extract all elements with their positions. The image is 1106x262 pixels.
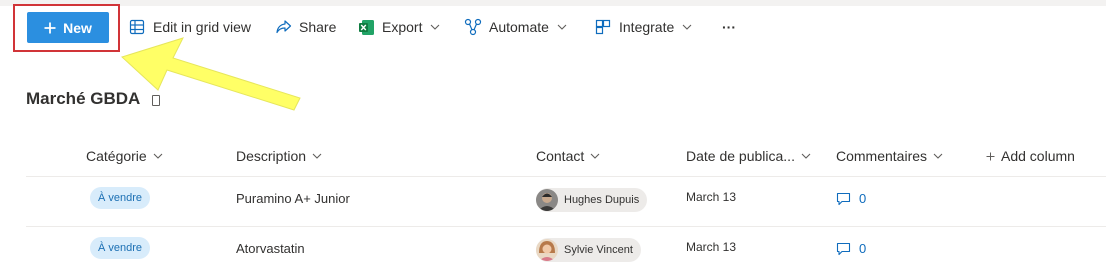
- list-info-icon[interactable]: [152, 95, 160, 106]
- comments-button[interactable]: 0: [836, 241, 866, 256]
- chevron-down-icon: [430, 24, 440, 30]
- contact-name: Hughes Dupuis: [564, 194, 640, 206]
- contact-persona[interactable]: Sylvie Vincent: [536, 238, 641, 262]
- add-column-button[interactable]: Add column: [986, 144, 1075, 168]
- automate-label: Automate: [489, 19, 549, 35]
- comment-count: 0: [859, 191, 867, 206]
- avatar: [536, 189, 558, 211]
- column-header-categorie[interactable]: Catégorie: [86, 144, 163, 168]
- column-label: Date de publica...: [686, 148, 795, 164]
- export-button[interactable]: Export: [357, 7, 440, 47]
- header-divider: [26, 176, 1106, 177]
- chevron-down-icon: [682, 24, 692, 30]
- export-label: Export: [382, 19, 423, 35]
- row-divider: [26, 226, 1106, 227]
- comment-count: 0: [859, 241, 867, 256]
- chevron-down-icon: [312, 153, 322, 159]
- chevron-down-icon: [933, 153, 943, 159]
- integrate-button[interactable]: Integrate: [594, 7, 692, 47]
- date-cell: March 13: [686, 190, 737, 204]
- chevron-down-icon: [801, 153, 811, 159]
- column-label: Catégorie: [86, 148, 147, 164]
- contact-name: Sylvie Vincent: [564, 244, 633, 256]
- avatar: [536, 239, 558, 261]
- category-pill: À vendre: [90, 237, 151, 259]
- chevron-down-icon: [153, 153, 163, 159]
- date-cell: March 13: [686, 240, 737, 254]
- column-header-contact[interactable]: Contact: [536, 144, 600, 168]
- integrate-label: Integrate: [619, 19, 675, 35]
- more-icon[interactable]: ···: [722, 7, 736, 47]
- add-column-label: Add column: [1001, 148, 1075, 164]
- automate-button[interactable]: Automate: [464, 7, 567, 47]
- excel-icon: [357, 18, 375, 36]
- comment-icon: [836, 192, 851, 206]
- integrate-icon: [594, 18, 612, 36]
- comments-button[interactable]: 0: [836, 191, 866, 206]
- column-header-commentaires[interactable]: Commentaires: [836, 144, 943, 168]
- category-pill: À vendre: [90, 187, 151, 209]
- comment-icon: [836, 242, 851, 256]
- plus-icon: [986, 152, 995, 161]
- chevron-down-icon: [557, 24, 567, 30]
- contact-persona[interactable]: Hughes Dupuis: [536, 188, 648, 212]
- description-cell[interactable]: Puramino A+ Junior: [236, 191, 350, 206]
- column-header-description[interactable]: Description: [236, 144, 322, 168]
- list-title: Marché GBDA: [26, 89, 141, 108]
- column-header-date[interactable]: Date de publica...: [686, 144, 811, 168]
- column-label: Commentaires: [836, 148, 928, 164]
- description-cell[interactable]: Atorvastatin: [236, 241, 305, 256]
- column-label: Contact: [536, 148, 585, 164]
- chevron-down-icon: [590, 153, 600, 159]
- more-label: ···: [722, 19, 736, 35]
- automate-icon: [464, 18, 482, 36]
- column-label: Description: [236, 148, 307, 164]
